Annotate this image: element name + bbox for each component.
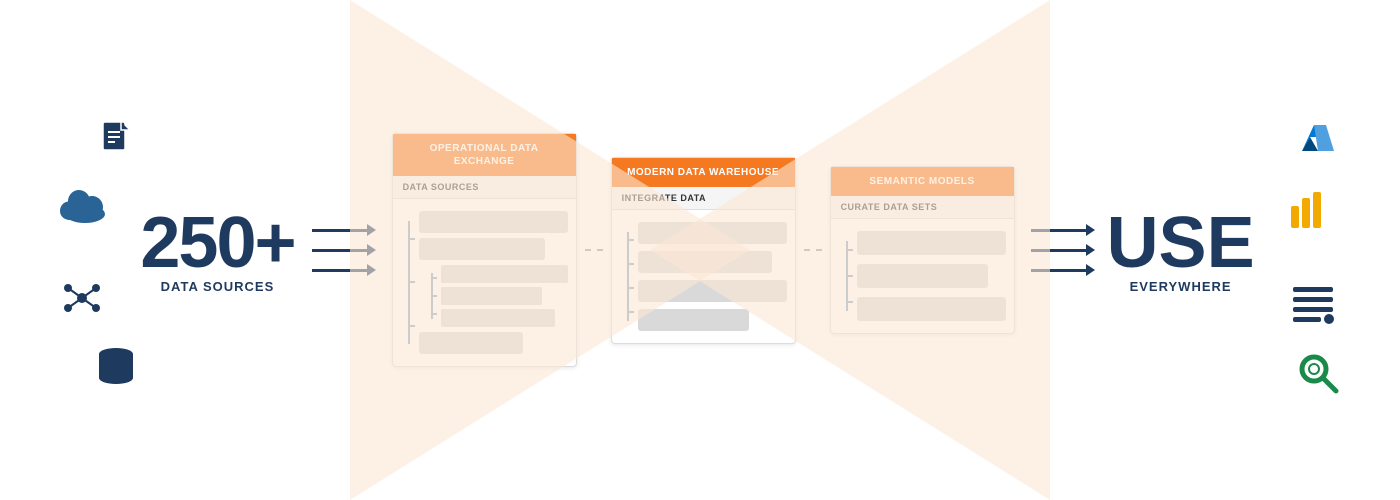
bar (441, 265, 568, 283)
panel-1-tree (401, 207, 568, 358)
panel-operational: OPERATIONAL DATA EXCHANGE DATA SOURCES (392, 133, 577, 367)
arrow-3 (312, 264, 376, 276)
bar (638, 251, 772, 273)
right-arrows (1031, 224, 1095, 276)
panel-2-header: MODERN DATA WAREHOUSE (612, 158, 795, 187)
source-count: 250+ (140, 207, 294, 279)
r-arrow-1 (1031, 224, 1095, 236)
tree-lines-2 (620, 222, 634, 331)
panel-connector-2 (804, 249, 822, 251)
cloud-icon (60, 190, 110, 226)
document-icon (99, 120, 135, 160)
panel-3-body (831, 219, 1014, 333)
panel-connector-1 (585, 249, 603, 251)
panel-2-body (612, 210, 795, 343)
bar (638, 280, 787, 302)
panel-1-header: OPERATIONAL DATA EXCHANGE (393, 134, 576, 176)
search-icon (1296, 351, 1340, 395)
right-icons-column (1260, 100, 1340, 400)
bar (419, 238, 546, 260)
sub-items (441, 265, 568, 327)
panels-group: OPERATIONAL DATA EXCHANGE DATA SOURCES (388, 133, 1019, 367)
azure-icon (1296, 115, 1340, 159)
arrow-2 (312, 244, 376, 256)
sub-group (425, 265, 568, 327)
panel-1-subheader: DATA SOURCES (393, 176, 576, 199)
panel-1-body (393, 199, 576, 366)
use-subtitle: EVERYWHERE (1130, 279, 1232, 294)
database-icon (97, 346, 135, 390)
r-arrow-2 (1031, 244, 1095, 256)
panel-3-header: SEMANTIC MODELS (831, 167, 1014, 196)
arrow-1 (312, 224, 376, 236)
use-label: USE EVERYWHERE (1107, 207, 1255, 294)
panel-3-tree (839, 227, 1006, 325)
bar (441, 309, 555, 327)
bar (419, 332, 523, 354)
bar (857, 297, 1006, 321)
panel-2-tree (620, 218, 787, 335)
panel-3-subheader: CURATE DATA SETS (831, 196, 1014, 219)
powerbi-icon (1287, 190, 1325, 234)
tree-lines-1 (401, 211, 415, 354)
bar (441, 287, 543, 305)
sub-tree (425, 265, 437, 327)
panel-semantic: SEMANTIC MODELS CURATE DATA SETS (830, 166, 1015, 334)
r-arrow-3 (1031, 264, 1095, 276)
network-icon (60, 276, 104, 320)
panel-warehouse: MODERN DATA WAREHOUSE INTEGRATE DATA (611, 157, 796, 344)
bar (638, 309, 750, 331)
bar (857, 231, 1006, 255)
panel-2-subheader: INTEGRATE DATA (612, 187, 795, 210)
main-layout: 250+ DATA SOURCES OPERATIONAL DATA EXCHA… (0, 0, 1400, 500)
data-sources-label: 250+ DATA SOURCES (140, 207, 294, 294)
bar (419, 211, 568, 233)
panel-3-items (857, 231, 1006, 321)
bar (857, 264, 988, 288)
tableau-icon (1291, 281, 1335, 325)
source-subtitle: DATA SOURCES (161, 279, 275, 294)
panel-2-items (638, 222, 787, 331)
left-icons-column (60, 100, 140, 400)
left-arrows (312, 224, 376, 276)
tree-lines-3 (839, 231, 853, 321)
panel-1-items (419, 211, 568, 354)
bar (638, 222, 787, 244)
use-main: USE (1107, 207, 1255, 279)
